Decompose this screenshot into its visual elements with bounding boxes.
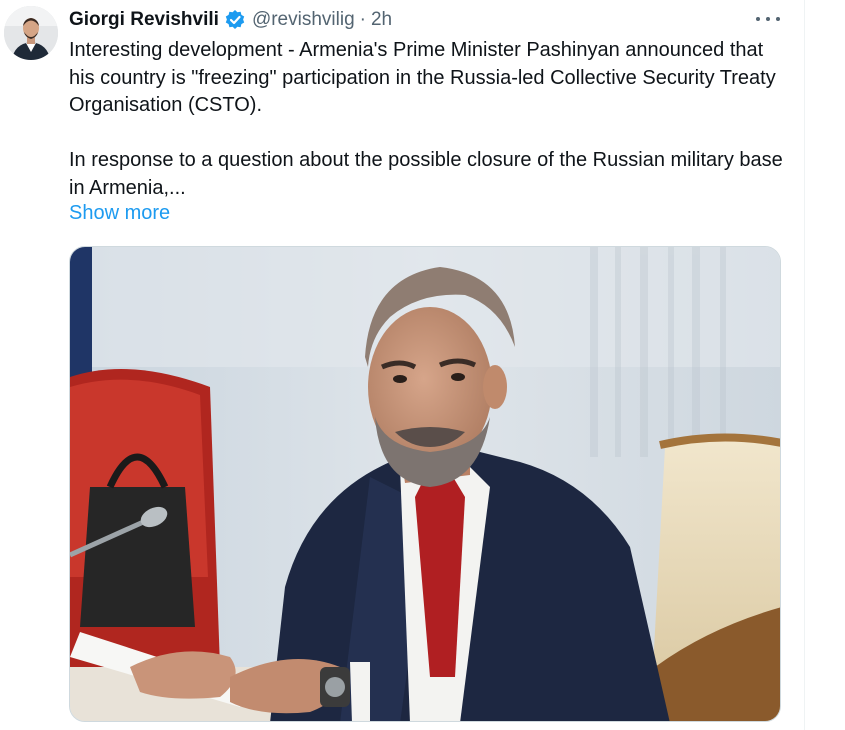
tweet-paragraph-2: In response to a question about the poss… bbox=[69, 149, 783, 199]
author-handle[interactable]: @revishvilig bbox=[252, 9, 355, 31]
tweet-timestamp[interactable]: 2h bbox=[371, 9, 392, 31]
more-dot bbox=[756, 17, 760, 21]
separator-dot: · bbox=[359, 9, 366, 30]
more-options-icon[interactable] bbox=[756, 10, 780, 28]
author-name[interactable]: Giorgi Revishvili bbox=[69, 9, 219, 31]
author-avatar[interactable] bbox=[4, 6, 58, 60]
more-dot bbox=[766, 17, 770, 21]
tweet-photo[interactable] bbox=[69, 246, 781, 722]
tweet-text: Interesting development - Armenia's Prim… bbox=[69, 37, 784, 202]
tweet-card[interactable]: Giorgi Revishvili @revishvilig · 2h Inte… bbox=[0, 0, 805, 730]
verified-badge-icon bbox=[224, 9, 246, 31]
more-dot bbox=[776, 17, 780, 21]
tweet-paragraph-1: Interesting development - Armenia's Prim… bbox=[69, 39, 776, 116]
show-more-link[interactable]: Show more bbox=[69, 202, 170, 225]
tweet-header: Giorgi Revishvili @revishvilig · 2h bbox=[69, 6, 392, 34]
